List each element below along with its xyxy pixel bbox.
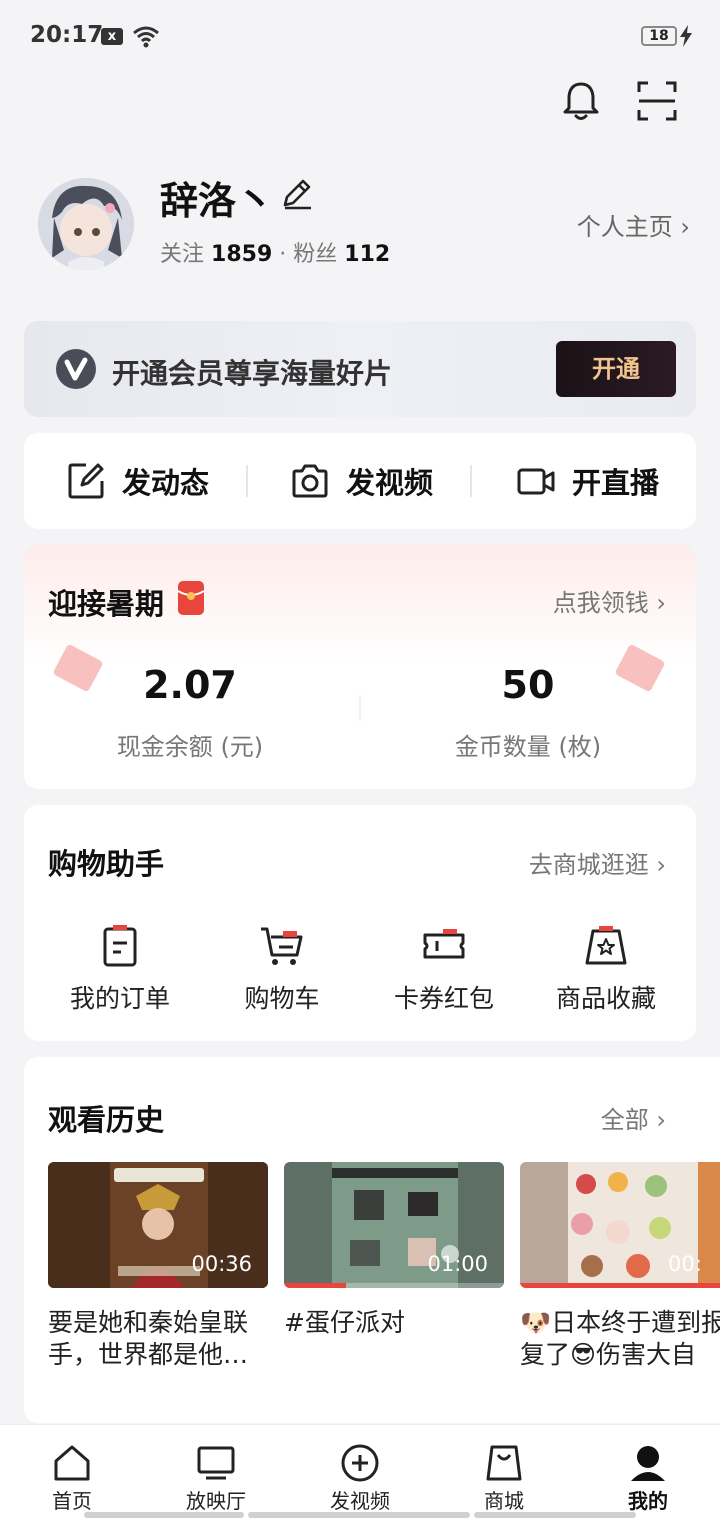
nav-home[interactable]: 首页 <box>22 1443 122 1514</box>
post-video-button[interactable]: 发视频 <box>290 433 433 529</box>
personal-homepage-link[interactable]: 个人主页 › <box>577 207 690 242</box>
follow-stats[interactable]: 关注 1859 · 粉丝 112 <box>160 236 390 268</box>
video-duration: 00:36 <box>191 1252 252 1276</box>
nav-mall-label: 商城 <box>484 1489 524 1513</box>
go-live-button[interactable]: 开直播 <box>516 433 659 529</box>
post-moment-button[interactable]: 发动态 <box>66 433 209 529</box>
video-camera-icon <box>517 468 555 495</box>
video-duration: 00: <box>668 1252 702 1276</box>
add-circle-icon <box>341 1444 379 1482</box>
my-orders-button[interactable]: 我的订单 <box>40 923 200 1015</box>
person-icon <box>631 1446 665 1481</box>
nav-mall[interactable]: 商城 <box>454 1443 554 1514</box>
claim-money-link[interactable]: 点我领钱 › <box>553 583 666 618</box>
favorite-bag-icon <box>585 926 627 965</box>
action-row: 发动态 发视频 开直播 <box>24 433 696 529</box>
vip-open-button[interactable]: 开通 <box>556 341 676 397</box>
fans-count: 112 <box>344 242 391 267</box>
edit-icon[interactable] <box>278 174 316 212</box>
favorites-button[interactable]: 商品收藏 <box>526 923 686 1015</box>
view-all-history-link[interactable]: 全部 › <box>601 1100 666 1135</box>
following-label: 关注 <box>160 242 205 267</box>
charging-icon <box>680 25 692 47</box>
shopping-assistant-card: 购物助手 去商城逛逛 › 我的订单 购物车 卡券红包 商品收藏 <box>24 805 696 1041</box>
watch-history-card: 观看历史 全部 › 00:36 要是她和秦始皇联手，世界都是他… 01:00 #… <box>24 1057 720 1423</box>
wifi-icon <box>133 26 159 48</box>
post-video-label: 发视频 <box>346 466 434 500</box>
history-thumbnail[interactable]: 00:36 <box>48 1162 268 1288</box>
coin-count-label: 金币数量 (枚) <box>454 733 602 761</box>
progress-fill <box>520 1283 720 1288</box>
cart-icon <box>261 927 303 965</box>
stats-separator: · <box>279 242 287 267</box>
nav-post-video-label: 发视频 <box>330 1489 390 1513</box>
video-duration: 01:00 <box>427 1252 488 1276</box>
gesture-bar <box>84 1512 244 1518</box>
following-count: 1859 <box>211 242 273 267</box>
history-caption[interactable]: 🐶日本终于遭到报复了😎伤害大自 <box>520 1307 720 1371</box>
status-bar: 20:17 x 18 <box>0 0 720 74</box>
divider <box>359 695 361 721</box>
nav-post-video[interactable]: 发视频 <box>310 1443 410 1514</box>
shopping-title: 购物助手 <box>48 847 165 881</box>
divider <box>246 465 248 497</box>
order-icon <box>103 925 137 967</box>
notification-icon: x <box>101 28 123 45</box>
username: 辞洛丶 <box>160 179 275 223</box>
shopping-bag-icon <box>486 1445 522 1481</box>
summer-title: 迎接暑期 <box>48 587 165 621</box>
summer-reward-card[interactable]: 迎接暑期 点我领钱 › 2.07 现金余额 (元) 50 金币数量 (枚) <box>24 545 696 789</box>
vip-promo-text: 开通会员尊享海量好片 <box>112 357 393 390</box>
nav-home-label: 首页 <box>52 1489 92 1513</box>
cash-balance-label: 现金余额 (元) <box>116 733 264 761</box>
vip-banner[interactable]: 开通会员尊享海量好片 开通 <box>24 321 696 417</box>
progress-fill <box>284 1283 346 1288</box>
coin-count-value: 50 <box>501 663 555 707</box>
nav-theater[interactable]: 放映厅 <box>166 1443 266 1514</box>
fans-label: 粉丝 <box>293 242 338 267</box>
history-caption[interactable]: #蛋仔派对 <box>284 1307 504 1339</box>
cash-balance-value: 2.07 <box>143 663 237 707</box>
history-title: 观看历史 <box>48 1103 165 1137</box>
coupons-label: 卡券红包 <box>393 984 494 1013</box>
cart-button[interactable]: 购物车 <box>202 923 362 1015</box>
my-orders-label: 我的订单 <box>69 984 170 1013</box>
post-moment-label: 发动态 <box>122 466 210 500</box>
gesture-bar <box>474 1512 636 1518</box>
bell-icon[interactable] <box>558 78 604 124</box>
nav-me[interactable]: 我的 <box>598 1443 698 1514</box>
home-icon <box>54 1445 90 1481</box>
battery-indicator: 18 <box>641 26 677 46</box>
tv-icon <box>197 1446 235 1480</box>
red-envelope-icon <box>177 581 205 615</box>
nav-me-label: 我的 <box>628 1489 668 1513</box>
camera-icon <box>292 464 328 498</box>
nav-theater-label: 放映厅 <box>186 1489 246 1513</box>
go-live-label: 开直播 <box>572 466 660 500</box>
coupons-button[interactable]: 卡券红包 <box>364 923 524 1015</box>
cart-label: 购物车 <box>244 984 320 1013</box>
avatar[interactable] <box>38 178 134 270</box>
scan-icon[interactable] <box>634 78 680 124</box>
history-thumbnail[interactable]: 01:00 <box>284 1162 504 1288</box>
gesture-bar <box>248 1512 470 1518</box>
favorites-label: 商品收藏 <box>555 984 656 1013</box>
go-to-mall-link[interactable]: 去商城逛逛 › <box>529 845 666 880</box>
vip-logo-icon <box>56 349 96 389</box>
status-time: 20:17 <box>30 22 104 48</box>
history-thumbnail[interactable]: 00: <box>520 1162 720 1288</box>
coupon-icon <box>423 929 465 959</box>
bottom-nav: 首页 放映厅 发视频 商城 我的 <box>0 1424 720 1520</box>
history-caption[interactable]: 要是她和秦始皇联手，世界都是他… <box>48 1307 268 1371</box>
edit-post-icon <box>68 463 104 499</box>
divider <box>470 465 472 497</box>
